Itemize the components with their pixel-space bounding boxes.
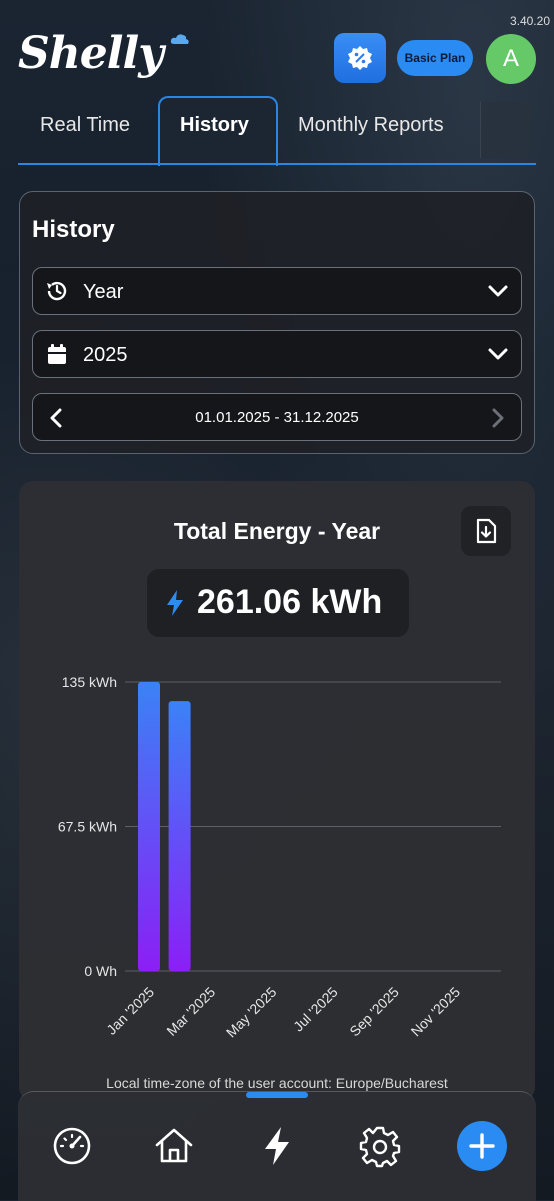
history-title: History	[32, 216, 115, 243]
year-select-value: 2025	[83, 344, 128, 366]
avatar[interactable]: A	[486, 34, 536, 84]
bar-feb[interactable]	[168, 701, 191, 971]
history-card: History Year 2025 01.01.2025 - 31.12.202…	[19, 191, 535, 454]
chevron-down-icon	[488, 285, 508, 297]
tab-monthly-reports[interactable]: Monthly Reports	[298, 114, 444, 137]
year-select[interactable]: 2025	[32, 330, 522, 378]
energy-bolt-icon[interactable]	[255, 1124, 299, 1168]
date-range-label: 01.01.2025 - 31.12.2025	[195, 409, 359, 426]
timezone-note: Local time-zone of the user account: Eur…	[106, 1075, 448, 1091]
x-tick-label: Nov '2025	[408, 984, 464, 1040]
period-select-value: Year	[83, 281, 124, 303]
x-tick-label: May '2025	[223, 984, 280, 1041]
x-tick-label: Jan '2025	[103, 984, 157, 1038]
app-version: 3.40.20	[509, 14, 550, 28]
x-tick-label: Sep '2025	[346, 984, 402, 1040]
bottom-navigation	[18, 1091, 536, 1201]
tab-real-time[interactable]: Real Time	[40, 114, 130, 137]
nav-active-indicator	[246, 1092, 308, 1098]
plan-button[interactable]: Basic Plan	[397, 40, 473, 76]
shelly-logo: Shelly	[18, 28, 164, 79]
add-plus-icon	[469, 1133, 495, 1159]
tab-bar: Real Time History Monthly Reports	[18, 96, 536, 166]
cloud-icon	[170, 34, 189, 44]
tab-history[interactable]: History	[180, 114, 249, 137]
y-tick-label: 67.5 kWh	[58, 819, 117, 835]
y-tick-label: 0 Wh	[84, 963, 117, 979]
energy-card: Total Energy - Year 261.06 kWh 0 Wh 67.5 …	[19, 481, 535, 1101]
chevron-down-icon	[488, 348, 508, 360]
x-tick-label: Jul '2025	[290, 984, 341, 1035]
date-range-navigator: 01.01.2025 - 31.12.2025	[32, 393, 522, 441]
bar-jan[interactable]	[138, 682, 160, 971]
settings-gear-icon[interactable]	[358, 1124, 402, 1168]
calendar-icon	[48, 344, 66, 364]
energy-bar-chart: 0 Wh 67.5 kWh 135 kWh Jan '2025 Mar '2025 May…	[58, 674, 501, 1041]
y-tick-label: 135 kWh	[62, 674, 117, 690]
x-tick-label: Mar '2025	[163, 984, 218, 1039]
promo-button[interactable]	[334, 33, 386, 83]
tab-scroll-overflow[interactable]	[480, 102, 533, 158]
home-icon[interactable]	[152, 1124, 196, 1168]
history-icon	[47, 281, 67, 301]
next-period-icon[interactable]	[491, 408, 505, 428]
discount-badge-icon	[348, 46, 372, 70]
add-button[interactable]	[457, 1121, 507, 1171]
period-select[interactable]: Year	[32, 267, 522, 315]
tab-underline	[18, 163, 536, 165]
dashboard-gauge-icon[interactable]	[50, 1124, 94, 1168]
